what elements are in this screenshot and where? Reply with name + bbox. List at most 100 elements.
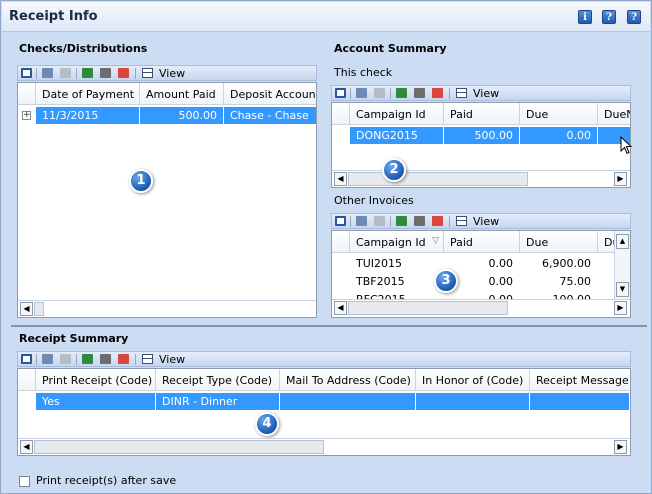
scroll-left-arrow[interactable]: ◀ xyxy=(20,302,33,316)
scroll-left-arrow[interactable]: ◀ xyxy=(20,440,33,454)
column-header[interactable]: In Honor of (Code) xyxy=(416,369,530,391)
column-header[interactable]: Due xyxy=(520,103,598,125)
search-icon[interactable] xyxy=(432,88,443,98)
column-header[interactable]: Receipt Type (Code) xyxy=(156,369,280,391)
new-row-icon[interactable] xyxy=(42,68,53,78)
scroll-right-arrow[interactable]: ▶ xyxy=(614,301,627,315)
scroll-thumb[interactable] xyxy=(348,172,528,186)
excel-export-icon[interactable] xyxy=(82,354,93,364)
horizontal-scrollbar[interactable]: ◀ ▶ xyxy=(332,299,630,316)
column-header[interactable]: Mail To Address (Code) xyxy=(280,369,416,391)
column-header[interactable]: Print Receipt (Code) xyxy=(36,369,156,391)
print-icon[interactable] xyxy=(100,354,111,364)
table-cell[interactable]: TUI2015 xyxy=(350,255,444,272)
scroll-down-arrow[interactable]: ▼ xyxy=(616,282,629,297)
scroll-left-arrow[interactable]: ◀ xyxy=(334,172,347,186)
callout-badge-3: 3 xyxy=(434,269,458,293)
table-cell[interactable]: 11/3/2015 xyxy=(36,107,140,124)
horizontal-scrollbar[interactable]: ◀ xyxy=(18,300,316,317)
question-icon[interactable]: ? xyxy=(627,10,641,24)
delete-row-icon[interactable] xyxy=(60,354,71,364)
column-header[interactable]: Due xyxy=(520,231,598,253)
table-cell[interactable]: 100.00 xyxy=(520,291,598,299)
column-header[interactable]: Campaign Id xyxy=(350,103,444,125)
scroll-thumb[interactable] xyxy=(34,302,44,316)
scroll-thumb[interactable] xyxy=(348,301,508,315)
checks-section-title: Checks/Distributions xyxy=(19,42,148,55)
search-icon[interactable] xyxy=(432,216,443,226)
table-cell[interactable]: Chase - Chase xyxy=(224,107,316,124)
this-check-grid[interactable]: Campaign Id Paid Due DueN DONG2015 500.0… xyxy=(331,102,631,188)
filter-icon[interactable]: ▽ xyxy=(432,236,439,246)
column-header[interactable]: DueN xyxy=(598,103,630,125)
table-cell[interactable]: DINR - Dinner xyxy=(156,393,280,410)
table-cell[interactable] xyxy=(416,393,530,410)
checks-grid[interactable]: Date of Payment Amount Paid Deposit Acco… xyxy=(17,82,317,318)
search-icon[interactable] xyxy=(118,68,129,78)
view-button[interactable]: View xyxy=(473,215,499,228)
info-icon[interactable]: i xyxy=(578,10,592,24)
table-cell[interactable]: DONG2015 xyxy=(350,127,444,144)
excel-export-icon[interactable] xyxy=(396,216,407,226)
table-cell[interactable]: 0.00 xyxy=(444,255,520,272)
delete-row-icon[interactable] xyxy=(60,68,71,78)
column-header[interactable]: Paid xyxy=(444,231,520,253)
table-cell[interactable]: 75.00 xyxy=(520,273,598,290)
grid-layout-icon[interactable] xyxy=(21,68,32,78)
print-receipts-label[interactable]: Print receipt(s) after save xyxy=(36,474,176,487)
mouse-cursor-icon xyxy=(620,136,633,155)
search-icon[interactable] xyxy=(118,354,129,364)
table-cell[interactable]: RFC2015 xyxy=(350,291,444,299)
new-row-icon[interactable] xyxy=(42,354,53,364)
new-row-icon[interactable] xyxy=(356,216,367,226)
column-header[interactable]: Paid xyxy=(444,103,520,125)
checks-toolbar: View xyxy=(17,65,317,81)
view-button[interactable]: View xyxy=(159,353,185,366)
table-cell[interactable]: 6,900.00 xyxy=(520,255,598,272)
row-header-cell xyxy=(18,369,36,391)
delete-row-icon[interactable] xyxy=(374,216,385,226)
view-button[interactable]: View xyxy=(473,87,499,100)
grid-layout-icon[interactable] xyxy=(335,216,346,226)
table-cell[interactable]: Yes xyxy=(36,393,156,410)
receipt-summary-grid[interactable]: Print Receipt (Code) Receipt Type (Code)… xyxy=(17,368,631,456)
column-header[interactable]: Deposit Account xyxy=(224,83,316,105)
table-cell[interactable] xyxy=(280,393,416,410)
table-cell[interactable]: 500.00 xyxy=(444,127,520,144)
grid-layout-icon[interactable] xyxy=(21,354,32,364)
row-header-cell xyxy=(332,103,350,125)
toolbar-separator xyxy=(135,68,136,79)
other-invoices-grid[interactable]: Campaign Id ▽ Paid Due Du TUI2015 0.00 6… xyxy=(331,230,631,318)
column-header[interactable]: Campaign Id ▽ xyxy=(350,231,444,253)
excel-export-icon[interactable] xyxy=(82,68,93,78)
grid-layout-icon[interactable] xyxy=(335,88,346,98)
scroll-right-arrow[interactable]: ▶ xyxy=(614,440,627,454)
scroll-up-arrow[interactable]: ▲ xyxy=(616,234,629,249)
help-icon[interactable]: ? xyxy=(602,10,616,24)
horizontal-scrollbar[interactable]: ◀ ▶ xyxy=(18,438,630,455)
vertical-scrollbar[interactable]: ▲ ▼ xyxy=(614,231,630,299)
scroll-right-arrow[interactable]: ▶ xyxy=(614,172,627,186)
table-cell[interactable]: 0.00 xyxy=(444,291,520,299)
column-header[interactable]: Receipt Message xyxy=(530,369,630,391)
table-cell[interactable]: 500.00 xyxy=(140,107,224,124)
table-cell[interactable]: TBF2015 xyxy=(350,273,444,290)
view-button[interactable]: View xyxy=(159,67,185,80)
print-receipts-checkbox[interactable] xyxy=(19,476,30,487)
column-header[interactable]: Amount Paid xyxy=(140,83,224,105)
expand-row-icon[interactable]: + xyxy=(22,111,31,120)
column-header[interactable]: Date of Payment xyxy=(36,83,140,105)
new-row-icon[interactable] xyxy=(356,88,367,98)
print-icon[interactable] xyxy=(414,216,425,226)
scroll-thumb[interactable] xyxy=(34,440,324,454)
horizontal-scrollbar[interactable]: ◀ ▶ xyxy=(332,170,630,187)
scroll-left-arrow[interactable]: ◀ xyxy=(334,301,347,315)
excel-export-icon[interactable] xyxy=(396,88,407,98)
delete-row-icon[interactable] xyxy=(374,88,385,98)
toolbar-separator xyxy=(350,216,351,227)
table-cell[interactable] xyxy=(530,393,630,410)
table-cell[interactable]: 0.00 xyxy=(520,127,598,144)
receipt-info-window: Receipt Info i ? ? Checks/Distributions … xyxy=(0,0,652,494)
print-icon[interactable] xyxy=(414,88,425,98)
print-icon[interactable] xyxy=(100,68,111,78)
